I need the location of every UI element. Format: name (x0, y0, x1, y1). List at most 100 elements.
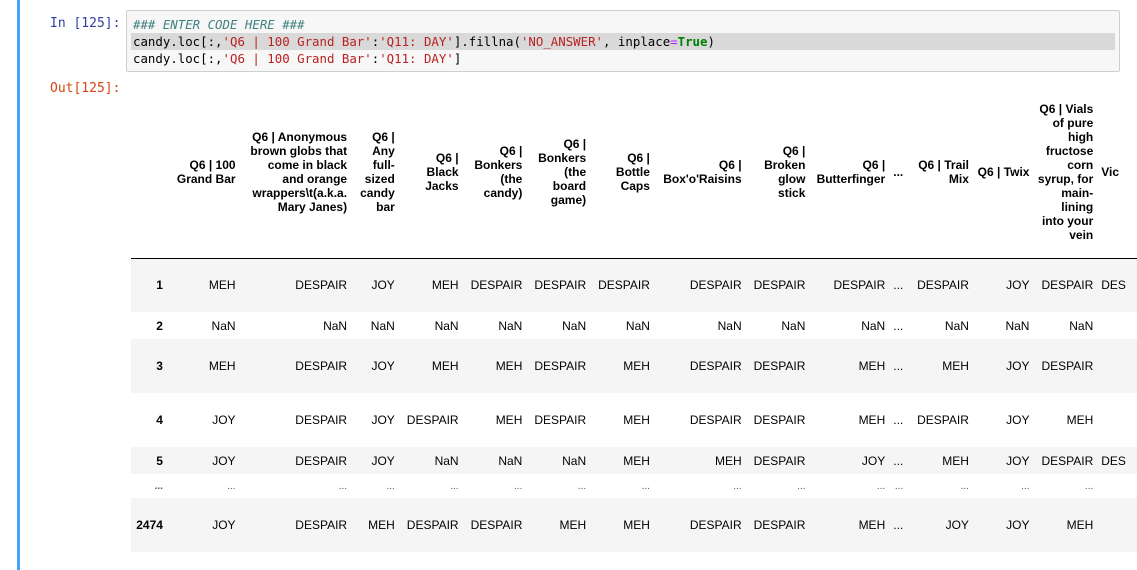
output-area[interactable]: Q6 | 100 Grand Bar Q6 | Anonymous brown … (131, 88, 1137, 570)
table-cell: ... (893, 518, 904, 532)
table-cell (1097, 312, 1137, 339)
column-header: Q6 | Bonkers (the board game) (538, 137, 587, 208)
table-cell: ... (893, 318, 904, 333)
table-cell: MEH (495, 359, 523, 373)
column-header: Q6 | Bottle Caps (615, 151, 650, 194)
table-cell: NaN (498, 318, 523, 333)
table-cell: DESPAIR (753, 518, 806, 532)
table-cell: NaN (781, 318, 806, 333)
table-cell: DESPAIR (295, 518, 348, 532)
table-cell: DESPAIR (295, 359, 348, 373)
table-cell: DESPAIR (917, 278, 969, 293)
code-keyword: True (677, 34, 708, 49)
table-cell: DESPAIR (406, 518, 459, 532)
table-cell: DESPAIR (534, 413, 587, 427)
table-cell: ... (797, 480, 806, 492)
table-cell: NaN (717, 318, 742, 333)
table-cell: MEH (368, 518, 395, 532)
table-cell: DESPAIR (295, 413, 348, 427)
table-cell: MEH (858, 413, 886, 427)
table-cell: NaN (1005, 318, 1030, 333)
table-cell: DESPAIR (1041, 278, 1094, 293)
table-cell: JOY (371, 453, 395, 468)
row-index: 2474 (136, 518, 163, 532)
table-cell: ... (893, 413, 904, 427)
table-cell: MEH (208, 359, 236, 373)
table-cell: JOY (1006, 518, 1030, 532)
selected-cell-indicator (17, 0, 20, 570)
table-cell: JOY (861, 453, 886, 468)
table-cell: DESPAIR (295, 453, 348, 468)
table-cell: MEH (623, 453, 650, 468)
table-cell: MEH (942, 453, 969, 468)
input-prompt: In [125]: (50, 16, 121, 31)
code-token: ) (707, 34, 715, 49)
table-cell: ... (450, 480, 459, 492)
table-cell: ... (227, 480, 236, 492)
table-cell: ... (1084, 480, 1094, 492)
table-cell: DESPAIR (753, 453, 806, 468)
row-index: ... (154, 480, 163, 492)
table-cell: ... (893, 453, 904, 468)
code-editor[interactable]: ### ENTER CODE HERE ### candy.loc[:,'Q6 … (126, 10, 1120, 72)
table-cell: NaN (434, 453, 459, 468)
table-cell: DESPAIR (689, 413, 742, 427)
code-line-1: ### ENTER CODE HERE ### (131, 16, 1115, 33)
table-cell: NaN (562, 453, 587, 468)
table-cell (1097, 339, 1137, 393)
dataframe-table: Q6 | 100 Grand Bar Q6 | Anonymous brown … (131, 88, 1137, 552)
row-index: 2 (156, 318, 163, 333)
table-cell: MEH (431, 359, 459, 373)
table-cell: DESPAIR (917, 413, 969, 427)
column-header: Q6 | Bonkers (the candy) (474, 144, 523, 201)
table-cell: NaN (1069, 318, 1094, 333)
table-row: 1 MEH DESPAIR JOY MEH DESPAIR DESPAIR DESPAIR DE… (131, 258, 1137, 312)
table-cell: NaN (861, 318, 886, 333)
table-cell: ... (960, 480, 969, 492)
code-line-2: candy.loc[:,'Q6 | 100 Grand Bar':'Q11: D… (131, 33, 1115, 50)
table-cell: NaN (370, 318, 395, 333)
table-cell: JOY (1006, 359, 1030, 373)
table-cell: ... (577, 480, 587, 492)
table-cell: MEH (858, 359, 886, 373)
column-header: Q6 | Broken glow stick (764, 144, 806, 201)
table-row: ........................................… (131, 474, 1137, 498)
code-token: , inplace (603, 34, 671, 49)
table-cell: NaN (625, 318, 650, 333)
table-cell: DESPAIR (534, 359, 587, 373)
table-cell: DESPAIR (833, 278, 886, 293)
table-cell: ... (733, 480, 742, 492)
code-token: candy.loc[:, (133, 34, 223, 49)
table-cell: ... (386, 480, 395, 492)
column-header: Q6 | Butterfinger (816, 158, 886, 187)
table-cell: DES (1101, 453, 1126, 468)
table-cell: DESPAIR (598, 278, 650, 293)
table-cell: DESPAIR (295, 278, 348, 293)
table-cell: NaN (434, 318, 459, 333)
table-cell: JOY (371, 359, 395, 373)
table-cell: MEH (1066, 518, 1094, 532)
table-cell: MEH (495, 413, 523, 427)
table-row: 2 NaN NaN NaN NaN NaN NaN NaN NaN NaN NaN... NaN NaN… (131, 312, 1137, 339)
table-body: 1 MEH DESPAIR JOY MEH DESPAIR DESPAIR DESPAIR DE… (131, 258, 1137, 552)
table-cell: DESPAIR (534, 278, 587, 293)
table-cell: DESPAIR (753, 359, 806, 373)
table-cell: JOY (945, 518, 969, 532)
table-cell: ... (893, 278, 904, 293)
table-cell: DES (1101, 278, 1126, 293)
table-cell: JOY (212, 518, 236, 532)
table-cell: ... (1021, 480, 1030, 492)
column-header: Q6 | Box'o'Raisins (663, 158, 742, 187)
table-cell: DESPAIR (406, 413, 459, 427)
code-token: candy.loc[:, (133, 51, 223, 66)
code-operator: = (670, 34, 678, 49)
code-line-3: candy.loc[:,'Q6 | 100 Grand Bar':'Q11: D… (131, 50, 1115, 67)
table-cell: NaN (323, 318, 348, 333)
table-cell: DESPAIR (470, 518, 523, 532)
table-cell: DESPAIR (470, 278, 523, 293)
index-header (131, 88, 171, 258)
column-header: Vic (1101, 165, 1120, 180)
table-cell: DESPAIR (753, 278, 806, 293)
table-cell: NaN (944, 318, 969, 333)
table-cell: JOY (1006, 453, 1030, 468)
